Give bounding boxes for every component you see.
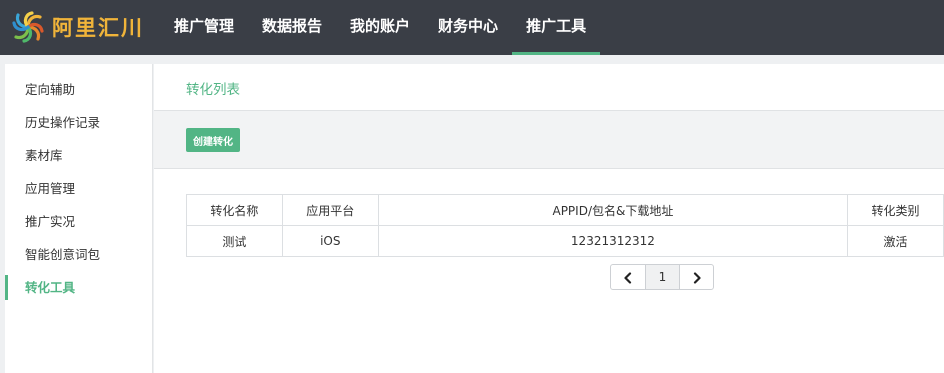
main-panel: 转化列表 创建转化 转化名称 应用平台 APPID/包名&下载地址 转化类别 测… (154, 64, 944, 373)
brand-logo-text: 阿里汇川 (52, 16, 144, 40)
nav-item-finance-center[interactable]: 财务中心 (424, 0, 512, 55)
sidebar-item-smart-creative-words[interactable]: 智能创意词包 (5, 238, 152, 271)
brand-logo[interactable]: 阿里汇川 (10, 9, 150, 45)
sidebar-item-conversion-tools[interactable]: 转化工具 (5, 271, 152, 304)
nav-item-promotion-management[interactable]: 推广管理 (160, 0, 248, 55)
table-row[interactable]: 测试 iOS 12321312312 激活 (186, 225, 944, 257)
column-header-platform[interactable]: 应用平台 (281, 194, 379, 226)
create-conversion-button[interactable]: 创建转化 (186, 128, 240, 152)
top-navigation-bar: 阿里汇川 推广管理 数据报告 我的账户 财务中心 推广工具 (0, 0, 944, 55)
cell-conversion-name: 测试 (186, 225, 283, 257)
conversion-table: 转化名称 应用平台 APPID/包名&下载地址 转化类别 测试 iOS 1232… (186, 194, 944, 257)
pagination: 1 (610, 264, 714, 290)
cell-conversion-type: 激活 (847, 225, 944, 257)
chevron-right-icon (693, 271, 701, 284)
sidebar-item-app-management[interactable]: 应用管理 (5, 172, 152, 205)
page-title: 转化列表 (186, 82, 240, 98)
page-number[interactable]: 1 (645, 265, 679, 289)
column-header-conversion-name[interactable]: 转化名称 (186, 194, 283, 226)
toolbar: 创建转化 (154, 110, 944, 169)
cell-platform: iOS (281, 225, 379, 257)
nav-item-data-report[interactable]: 数据报告 (248, 0, 336, 55)
main-nav: 推广管理 数据报告 我的账户 财务中心 推广工具 (160, 0, 601, 55)
nav-item-my-account[interactable]: 我的账户 (336, 0, 424, 55)
sidebar-item-material-library[interactable]: 素材库 (5, 139, 152, 172)
sidebar-item-promotion-live[interactable]: 推广实况 (5, 205, 152, 238)
swirl-logo-icon (12, 11, 44, 43)
prev-page-button[interactable] (611, 265, 645, 289)
next-page-button[interactable] (679, 265, 713, 289)
nav-item-promotion-tools[interactable]: 推广工具 (512, 0, 601, 55)
sidebar-item-operation-history[interactable]: 历史操作记录 (5, 106, 152, 139)
column-header-appid[interactable]: APPID/包名&下载地址 (377, 194, 849, 226)
column-header-conversion-type[interactable]: 转化类别 (847, 194, 944, 226)
sidebar-item-targeting-assist[interactable]: 定向辅助 (5, 73, 152, 106)
sidebar: 定向辅助 历史操作记录 素材库 应用管理 推广实况 智能创意词包 转化工具 (5, 64, 153, 373)
chevron-left-icon (624, 271, 632, 284)
table-header-row: 转化名称 应用平台 APPID/包名&下载地址 转化类别 (186, 194, 944, 226)
cell-appid: 12321312312 (377, 225, 849, 257)
